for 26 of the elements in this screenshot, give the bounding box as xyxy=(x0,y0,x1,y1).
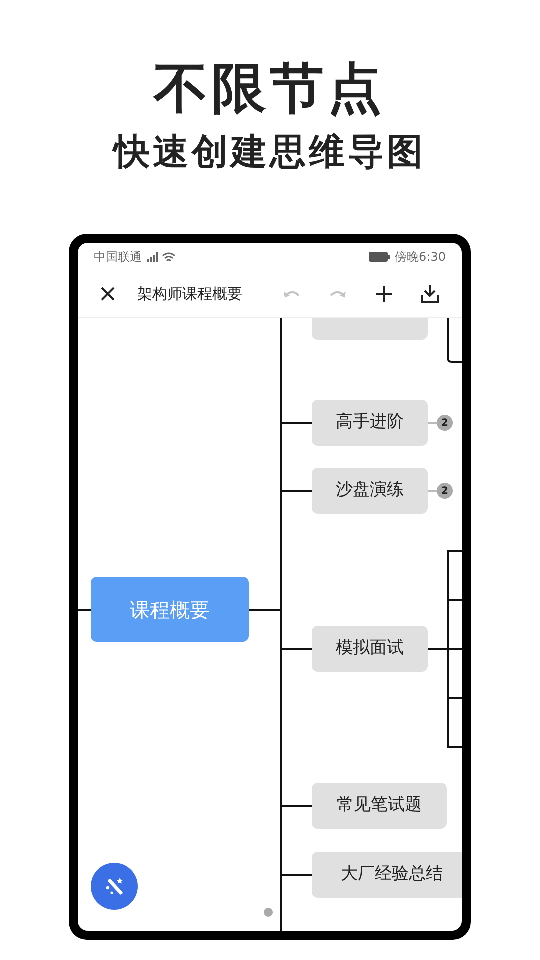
wifi-icon xyxy=(162,252,176,262)
add-icon xyxy=(373,283,395,305)
topic-node[interactable]: 模拟面试 xyxy=(312,626,428,672)
carrier-name: 中国联通 xyxy=(94,249,142,266)
headline: 不限节点 xyxy=(154,56,386,122)
status-time: 傍晚6:30 xyxy=(395,249,446,266)
topic-node[interactable]: 大厂经验总结 xyxy=(312,852,462,898)
close-icon xyxy=(100,286,116,302)
signal-icon xyxy=(146,252,158,262)
magic-wand-icon xyxy=(104,876,126,898)
child-count-badge[interactable]: 2 xyxy=(437,483,453,499)
topic-node[interactable]: 沙盘演练 xyxy=(312,468,428,514)
topic-node[interactable]: 高手进阶 xyxy=(312,400,428,446)
undo-icon xyxy=(282,289,302,299)
connector-line xyxy=(447,318,462,363)
download-button[interactable] xyxy=(418,282,442,306)
document-title: 架构师课程概要 xyxy=(138,284,244,305)
topic-node[interactable]: 常见笔试题 xyxy=(312,783,447,829)
child-count-badge[interactable]: 2 xyxy=(437,415,453,431)
connector-line xyxy=(78,609,91,611)
scroll-indicator xyxy=(264,908,273,917)
battery-icon xyxy=(369,252,392,262)
magic-wand-button[interactable] xyxy=(91,863,138,910)
subheadline: 快速创建思维导图 xyxy=(114,131,426,175)
redo-icon xyxy=(328,289,348,299)
download-icon xyxy=(419,283,441,305)
